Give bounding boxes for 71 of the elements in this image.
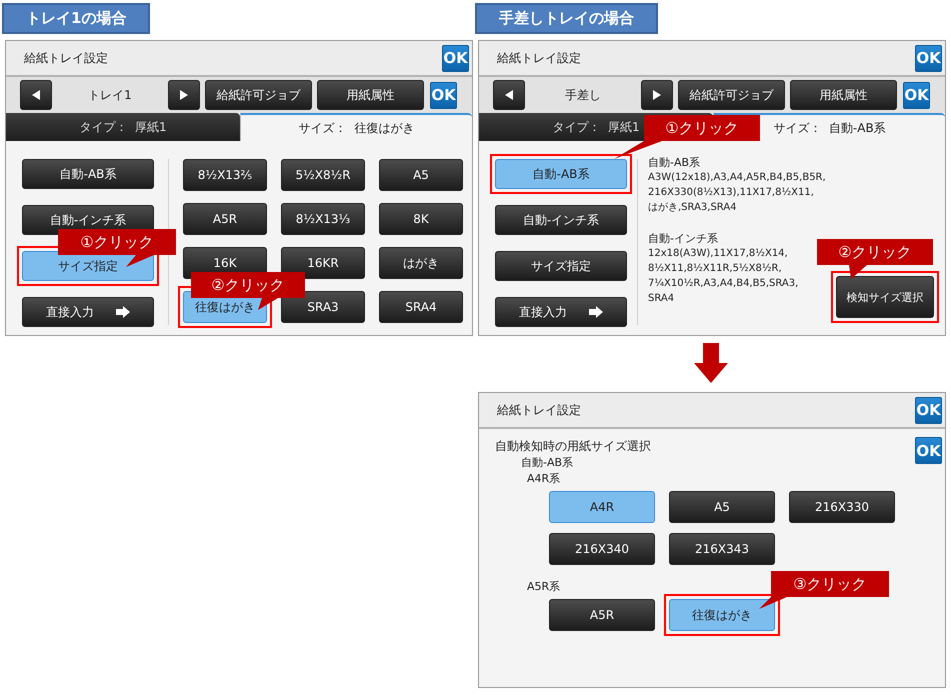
next-button[interactable] (641, 80, 673, 110)
section-heading: トレイ1の場合 (2, 3, 150, 34)
size-button[interactable]: A5 (669, 491, 775, 523)
nav-button[interactable]: 用紙属性 (790, 80, 897, 110)
right-arrow-icon (180, 90, 188, 100)
size-button[interactable]: 8K (379, 203, 463, 235)
group-title: 自動-インチ系 (648, 231, 719, 246)
arrow-right-icon (116, 306, 130, 318)
ok-button[interactable]: OK (903, 82, 930, 108)
mode-button[interactable]: 自動-インチ系 (495, 205, 627, 235)
mode-button[interactable]: 直接入力 (22, 297, 154, 327)
nav-button[interactable]: 用紙属性 (317, 80, 424, 110)
next-button[interactable] (168, 80, 200, 110)
mode-button[interactable]: 自動-AB系 (22, 159, 154, 189)
tooltip-pointer (126, 255, 154, 267)
nav-button[interactable]: 給紙許可ジョブ (678, 80, 785, 110)
mode-button[interactable]: 直接入力 (495, 297, 627, 327)
size-list-line: はがき,SRA3,SRA4 (648, 201, 738, 215)
section-subtitle: 自動-AB系 (520, 455, 574, 471)
ok-button[interactable]: OK (915, 44, 942, 72)
size-button[interactable]: SRA4 (379, 291, 463, 323)
window-title: 給紙トレイ設定 (497, 402, 581, 418)
size-list-line: A3W(12x18),A3,A4,A5R,B4,B5,B5R, (648, 171, 826, 185)
detect-size-button[interactable]: 検知サイズ選択 (836, 276, 934, 318)
down-arrow-icon (694, 343, 728, 383)
size-button[interactable]: 往復はがき (669, 599, 775, 631)
window-title: 給紙トレイ設定 (497, 50, 581, 66)
size-button[interactable]: A5 (379, 159, 463, 191)
size-list-line: 7¼X10½R,A3,A4,B4,B5,SRA3, (648, 277, 800, 291)
ok-button[interactable]: OK (915, 437, 942, 464)
size-button[interactable]: 8½X13⅖ (183, 159, 267, 191)
size-button[interactable]: 16KR (281, 247, 365, 279)
size-button[interactable]: 216X340 (549, 533, 655, 565)
size-list-line: 216X330(8½X13),11X17,8½X11, (648, 186, 815, 200)
size-button[interactable]: 216X343 (669, 533, 775, 565)
size-button[interactable]: 5½X8½R (281, 159, 365, 191)
section-heading: 手差しトレイの場合 (475, 3, 658, 34)
tooltip-pointer (256, 298, 280, 310)
size-list-line: 12x18(A3W),11X17,8½X14, (648, 247, 789, 261)
tooltip-pointer (614, 141, 664, 159)
window-title: 給紙トレイ設定 (24, 50, 108, 66)
tray-name: 手差し (564, 86, 602, 104)
nav-button[interactable]: 給紙許可ジョブ (205, 80, 312, 110)
mode-button[interactable]: サイズ指定 (495, 251, 627, 281)
size-button[interactable]: A4R (549, 491, 655, 523)
size-button[interactable]: はがき (379, 247, 463, 279)
size-list-line: SRA4 (648, 292, 676, 306)
ok-button[interactable]: OK (442, 44, 469, 72)
tab[interactable]: タイプ： 厚紙1 (6, 113, 240, 141)
tooltip-pointer (759, 597, 789, 609)
prev-button[interactable] (493, 80, 525, 110)
tab[interactable]: サイズ： 往復はがき (240, 113, 472, 141)
mode-button[interactable]: 自動-AB系 (495, 159, 627, 189)
ok-button[interactable]: OK (915, 396, 942, 424)
size-button[interactable]: SRA3 (281, 291, 365, 323)
size-button[interactable]: A5R (183, 203, 267, 235)
left-arrow-icon (505, 90, 513, 100)
group-title: 自動-AB系 (648, 155, 702, 170)
arrow-right-icon (589, 306, 603, 318)
group-title: A4R系 (527, 471, 560, 487)
size-button[interactable]: 216X330 (789, 491, 895, 523)
size-button[interactable]: A5R (549, 599, 655, 631)
ok-button[interactable]: OK (430, 82, 457, 108)
size-button[interactable]: 8½X13⅓ (281, 203, 365, 235)
tray-name: トレイ1 (87, 86, 133, 104)
left-arrow-icon (32, 90, 40, 100)
size-list-line: 8½X11,8½X11R,5½X8½R, (648, 262, 783, 276)
group-title: A5R系 (527, 579, 560, 595)
right-arrow-icon (653, 90, 661, 100)
section-title: 自動検知時の用紙サイズ選択 (495, 438, 652, 455)
prev-button[interactable] (20, 80, 52, 110)
